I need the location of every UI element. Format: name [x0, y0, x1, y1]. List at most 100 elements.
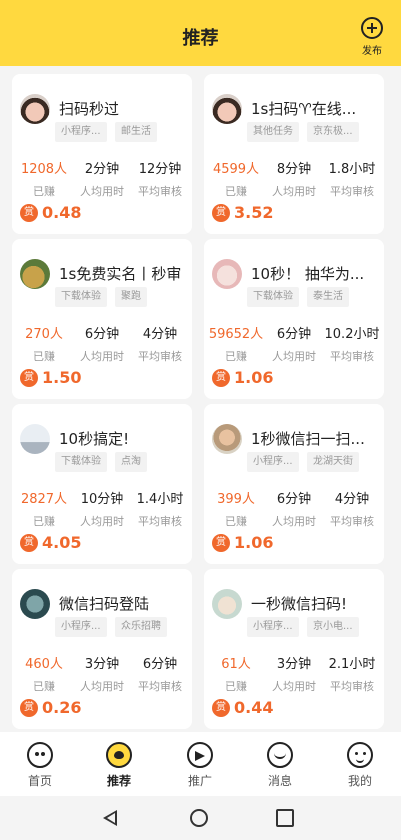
stat-avg-time: 3分钟 人均用时 [264, 653, 324, 694]
publish-label: 发布 [362, 46, 382, 57]
send-icon [187, 742, 213, 768]
reward-amount: 1.06 [234, 533, 274, 552]
reward-badge-icon: 赏 [212, 698, 230, 717]
task-card[interactable]: 1s扫码♈在线... 其他任务 京东极... 4599人 已赚 8分钟 人均用时 1… [204, 74, 384, 234]
stat-avg-time: 2分钟 人均用时 [72, 158, 132, 199]
avatar [20, 589, 50, 619]
tab-recommend[interactable]: 推荐 [89, 742, 149, 789]
stat-value: 460人 [25, 657, 63, 672]
stat-label: 平均审核 [330, 350, 374, 363]
task-title: 10秒！ 抽华为... [251, 265, 365, 283]
stat-value: 2.1小时 [328, 657, 376, 672]
plus-circle-icon [361, 17, 383, 39]
home-circle-icon[interactable] [190, 809, 208, 827]
task-card[interactable]: 1秒微信扫一扫... 小程序... 龙湖天街 399人 已赚 6分钟 人均用时 4分… [204, 404, 384, 564]
tab-label: 消息 [267, 774, 292, 788]
reward-badge-icon: 赏 [212, 203, 230, 222]
reward-badge-icon: 赏 [20, 698, 38, 717]
task-title: 10秒搞定! [59, 430, 130, 448]
stat-value: 61人 [221, 657, 251, 672]
avatar [212, 424, 242, 454]
task-title: 扫码秒过 [59, 100, 120, 118]
avatar [212, 589, 242, 619]
avatar [20, 259, 50, 289]
stat-label: 平均审核 [330, 515, 374, 528]
stat-value: 399人 [217, 492, 255, 507]
stat-value: 6分钟 [276, 492, 312, 507]
bottom-tab-bar: 首页 推荐 推广 消息 我的 [0, 732, 401, 796]
tab-label: 推荐 [106, 774, 131, 788]
stat-value: 2分钟 [84, 162, 120, 177]
tab-messages[interactable]: 消息 [250, 742, 310, 789]
stat-label: 已赚 [33, 680, 55, 693]
stat-earned: 460人已赚 [14, 653, 74, 694]
publish-button[interactable]: 发布 [357, 17, 387, 61]
task-card[interactable]: 10秒！ 抽华为... 下载体验 泰生活 59652人 已赚 6分钟 人均用时 10… [204, 239, 384, 399]
cat-icon [27, 742, 53, 768]
stat-label: 人均用时 [80, 515, 124, 528]
tab-me[interactable]: 我的 [330, 742, 390, 789]
task-card[interactable]: 一秒微信扫码! 小程序... 京小电... 61人 已赚 3分钟 人均用时 2.1小… [204, 569, 384, 729]
stat-value: 3分钟 [84, 657, 120, 672]
avatar [20, 94, 50, 124]
task-tag: 点淘 [115, 452, 147, 472]
stat-earned: 1208人 已赚 [14, 158, 74, 199]
stat-avg-time: 3分钟人均用时 [72, 653, 132, 694]
stat-value: 6分钟 [84, 327, 120, 342]
stat-label: 人均用时 [80, 680, 124, 693]
stat-avg-review: 10.2小时 平均审核 [322, 323, 382, 364]
avatar [212, 259, 242, 289]
back-triangle-icon[interactable] [103, 810, 117, 826]
stat-avg-review: 2.1小时平均审核 [322, 653, 382, 694]
reward: 赏 1.06 [212, 367, 273, 387]
reward-amount: 4.05 [42, 533, 82, 552]
stat-earned: 2827人 已赚 [14, 488, 74, 529]
task-card[interactable]: 1s免费实名丨秒审 下载体验 聚跑 270人 已赚 6分钟 人均用时 4分钟 平均审核… [12, 239, 192, 399]
reward: 赏 4.05 [20, 532, 81, 552]
stat-label: 已赚 [33, 350, 55, 363]
stat-avg-review: 4分钟 平均审核 [322, 488, 382, 529]
task-tag: 小程序... [247, 452, 299, 472]
stat-label: 平均审核 [138, 185, 182, 198]
tab-home[interactable]: 首页 [10, 742, 70, 789]
recent-apps-square-icon[interactable] [276, 809, 294, 827]
stat-label: 已赚 [225, 515, 247, 528]
chat-icon [267, 742, 293, 768]
stat-avg-review: 6分钟 平均审核 [130, 653, 190, 694]
reward-amount: 1.06 [234, 368, 274, 387]
task-tag: 邮生活 [115, 122, 157, 142]
stat-value: 10分钟 [80, 492, 124, 507]
stat-value: 1.8小时 [328, 162, 376, 177]
reward-badge-icon: 赏 [20, 203, 38, 222]
stat-label: 人均用时 [272, 515, 316, 528]
reward: 赏 0.44 [212, 697, 273, 717]
stat-value: 4分钟 [142, 327, 178, 342]
stat-label: 平均审核 [138, 515, 182, 528]
stat-label: 平均审核 [330, 185, 374, 198]
stat-avg-time: 6分钟 人均用时 [264, 323, 324, 364]
stat-avg-time: 10分钟人均用时 [72, 488, 132, 529]
stat-value: 1208人 [20, 162, 68, 177]
avatar [212, 94, 242, 124]
stat-value: 1.4小时 [136, 492, 184, 507]
task-title: 微信扫码登陆 [59, 595, 150, 613]
task-card[interactable]: 10秒搞定! 下载体验 点淘 2827人 已赚 10分钟 人均用时 1.4小时 平均审… [12, 404, 192, 564]
task-tag: 泰生活 [307, 287, 349, 307]
stat-value: 6分钟 [276, 327, 312, 342]
tab-label: 首页 [27, 774, 52, 788]
top-header: 推荐 发布 [0, 0, 401, 66]
task-card[interactable]: 扫码秒过 小程序... 邮生活 1208人 已赚 2分钟 人均用时 12分钟 平均审核… [12, 74, 192, 234]
stat-avg-review: 1.4小时平均审核 [130, 488, 190, 529]
task-tag: 京小电... [307, 617, 359, 637]
stat-value: 8分钟 [276, 162, 312, 177]
tab-promote[interactable]: 推广 [170, 742, 230, 789]
stat-avg-review: 12分钟 平均审核 [130, 158, 190, 199]
reward: 赏 1.06 [212, 532, 273, 552]
stat-label: 平均审核 [330, 680, 374, 693]
task-card[interactable]: 微信扫码登陆 小程序... 众乐招聘 460人 已赚 3分钟 人均用时 6分钟 平均审… [12, 569, 192, 729]
task-title: 1s扫码♈在线... [251, 100, 357, 118]
avatar [20, 424, 50, 454]
task-tag: 小程序... [247, 617, 299, 637]
stat-value: 4599人 [212, 162, 260, 177]
tab-label: 我的 [347, 774, 372, 788]
